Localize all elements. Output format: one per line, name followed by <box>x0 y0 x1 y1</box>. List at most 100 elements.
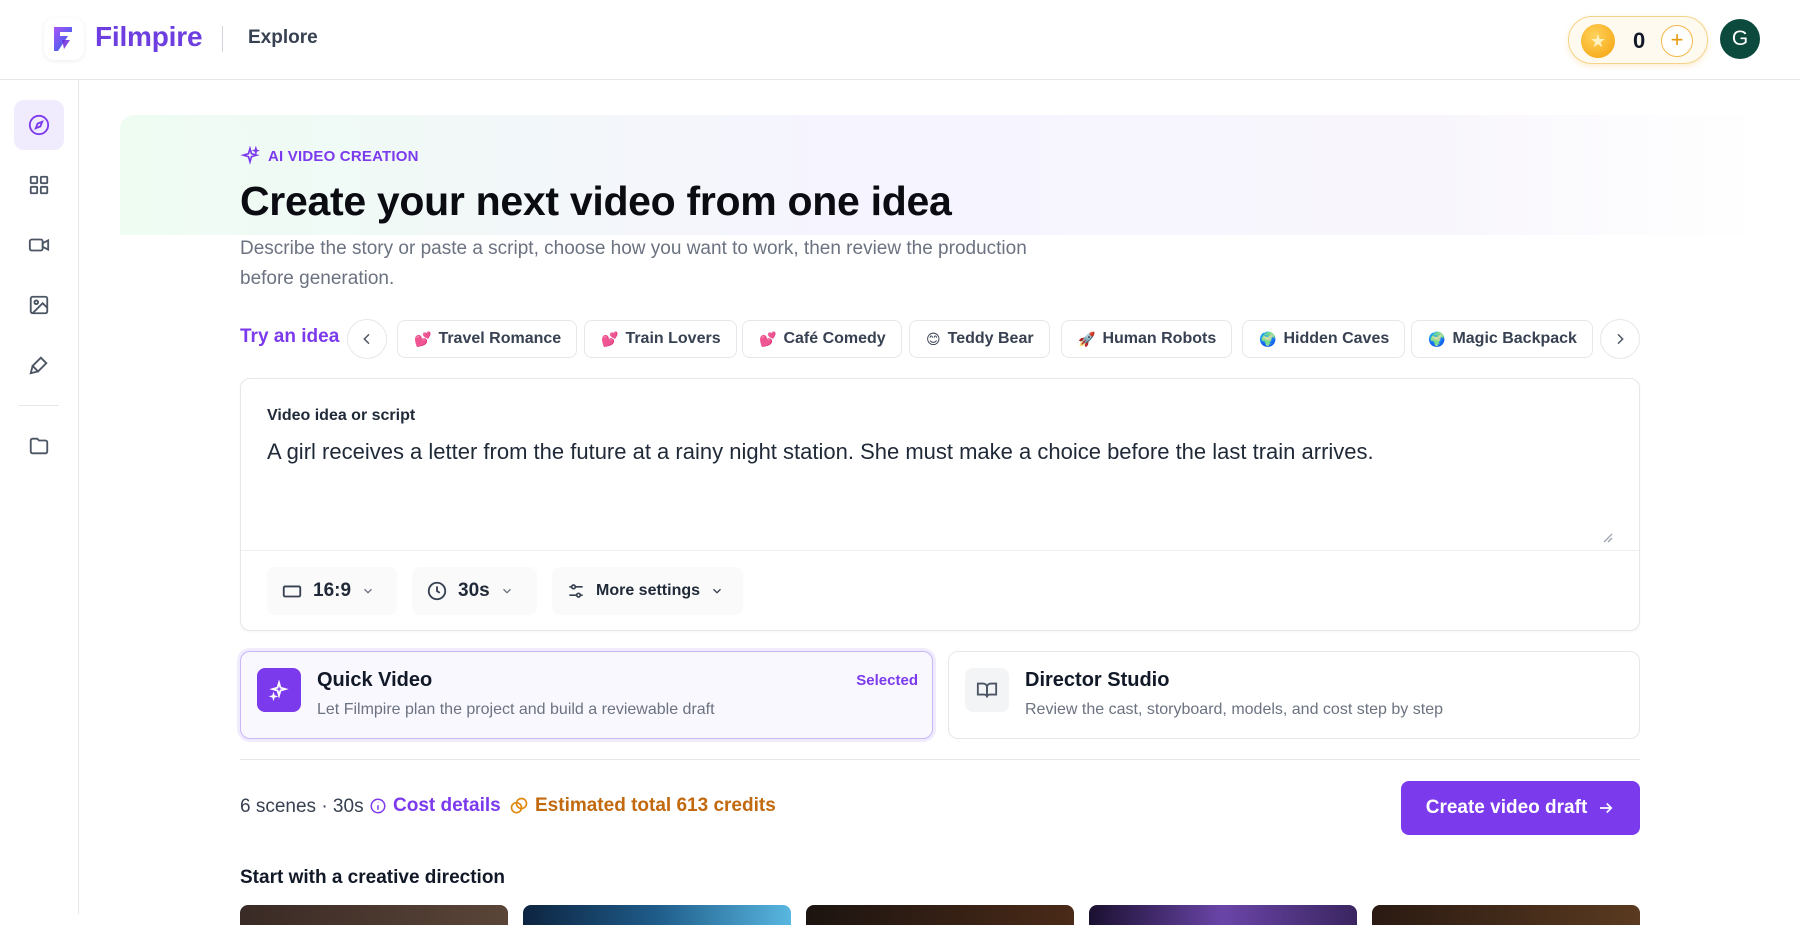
cost-details-link[interactable]: Cost details <box>369 795 501 817</box>
chip-label: Train Lovers <box>625 330 721 347</box>
chip-label: Travel Romance <box>438 330 562 347</box>
create-video-draft-button[interactable]: Create video draft <box>1401 781 1640 835</box>
clock-icon <box>427 581 447 601</box>
idea-chip-hidden-caves[interactable]: 🌍 Hidden Caves <box>1242 320 1406 358</box>
heart-icon: 💕 <box>601 330 619 347</box>
prompt-label: Video idea or script <box>267 407 416 424</box>
chip-label: Hidden Caves <box>1283 330 1390 347</box>
header-divider <box>222 26 223 52</box>
star-coin-icon: ★ <box>1581 24 1615 58</box>
aspect-ratio-icon <box>282 585 302 598</box>
sidebar-item-projects[interactable] <box>14 421 64 471</box>
idea-chip-human-robots[interactable]: 🚀 Human Robots <box>1061 320 1233 358</box>
director-studio-description: Review the cast, storyboard, models, and… <box>1025 701 1443 718</box>
heart-icon: 💕 <box>759 330 777 347</box>
heart-icon: 💕 <box>414 330 432 347</box>
image-icon <box>29 295 49 315</box>
cost-details-label: Cost details <box>393 795 501 816</box>
direction-card[interactable] <box>523 905 791 925</box>
chevron-down-icon <box>713 588 721 594</box>
page-subtitle: Describe the story or paste a script, ch… <box>240 238 1027 289</box>
prompt-textarea[interactable]: A girl receives a letter from the future… <box>267 439 1607 465</box>
video-icon <box>28 238 50 252</box>
idea-chip-cafe-comedy[interactable]: 💕 Café Comedy <box>742 320 902 358</box>
sparkles-icon <box>268 679 289 701</box>
duration-value: 30s <box>458 580 490 601</box>
sidebar-item-video[interactable] <box>14 220 64 270</box>
chevron-down-icon <box>502 588 511 594</box>
brush-icon <box>29 356 48 375</box>
creative-direction-title: Start with a creative direction <box>240 867 506 888</box>
eyebrow: AI VIDEO CREATION <box>240 146 419 166</box>
scene-summary: 6 scenes · 30s <box>240 796 364 817</box>
more-settings-label: More settings <box>596 582 701 599</box>
estimated-credits-label: Estimated total 613 credits <box>535 795 776 816</box>
resize-handle-icon[interactable] <box>1601 531 1613 543</box>
idea-chip-travel-romance[interactable]: 💕 Travel Romance <box>397 320 578 358</box>
idea-chip-teddy-bear[interactable]: 😊 Teddy Bear <box>909 320 1050 358</box>
more-settings-button[interactable]: More settings <box>552 567 743 615</box>
chip-label: Human Robots <box>1102 330 1217 347</box>
arrow-right-icon <box>1600 802 1613 814</box>
chevron-right-icon <box>1617 333 1624 345</box>
add-credits-button[interactable]: + <box>1661 25 1693 57</box>
filmpire-logo[interactable] <box>44 18 84 60</box>
credits-pill[interactable]: ★ 0 + <box>1568 16 1708 64</box>
grid-icon <box>29 175 49 195</box>
sidebar-item-templates[interactable] <box>14 160 64 210</box>
sidebar-item-image[interactable] <box>14 280 64 330</box>
sidebar-divider <box>19 405 59 406</box>
coins-icon <box>510 797 528 814</box>
chevron-left-icon <box>363 333 370 345</box>
try-idea-label: Try an idea <box>240 326 340 347</box>
sparkles-icon <box>240 146 260 165</box>
top-bar: Filmpire Explore ★ 0 + G <box>0 0 1800 80</box>
idea-chip-train-lovers[interactable]: 💕 Train Lovers <box>584 320 737 358</box>
brand-name[interactable]: Filmpire <box>95 21 203 53</box>
globe-icon: 🌍 <box>1428 330 1446 347</box>
director-studio-title: Director Studio <box>1025 669 1170 691</box>
eyebrow-label: AI VIDEO CREATION <box>268 147 419 165</box>
create-button-label: Create video draft <box>1425 797 1588 818</box>
quick-video-title: Quick Video <box>317 669 433 691</box>
quick-video-icon-box <box>257 668 301 712</box>
section-divider <box>240 759 1640 760</box>
compass-icon <box>28 114 50 136</box>
director-icon-box <box>965 668 1009 712</box>
aspect-ratio-select[interactable]: 16:9 <box>267 567 397 615</box>
direction-card[interactable] <box>1372 905 1640 925</box>
page-title: Create your next video from one idea <box>240 178 952 224</box>
ideas-next-button[interactable] <box>1600 319 1640 359</box>
ideas-prev-button[interactable] <box>347 319 387 359</box>
mode-quick-video[interactable]: Quick Video Let Filmpire plan the projec… <box>240 651 933 739</box>
aspect-ratio-value: 16:9 <box>313 580 352 601</box>
logo-icon <box>54 27 72 51</box>
quick-video-description: Let Filmpire plan the project and build … <box>317 701 715 718</box>
book-open-icon <box>976 682 998 698</box>
mode-director-studio[interactable]: Director Studio Review the cast, storybo… <box>948 651 1640 739</box>
prompt-card: Video idea or script A girl receives a l… <box>240 378 1640 631</box>
prompt-divider <box>241 550 1639 551</box>
chip-label: Café Comedy <box>783 330 886 347</box>
rocket-icon: 🚀 <box>1078 330 1096 347</box>
chip-label: Magic Backpack <box>1452 330 1577 347</box>
info-icon <box>370 798 386 814</box>
user-avatar[interactable]: G <box>1720 19 1760 59</box>
sidebar-item-edit[interactable] <box>14 340 64 390</box>
direction-card[interactable] <box>806 905 1074 925</box>
folder-icon <box>29 437 49 455</box>
idea-chip-magic-backpack[interactable]: 🌍 Magic Backpack <box>1411 320 1593 358</box>
sliders-icon <box>569 584 583 598</box>
selected-badge: Selected <box>856 672 918 689</box>
credits-count: 0 <box>1633 28 1646 53</box>
chip-label: Teddy Bear <box>947 330 1034 347</box>
duration-select[interactable]: 30s <box>412 567 537 615</box>
page-breadcrumb: Explore <box>248 27 318 48</box>
sidebar-item-explore[interactable] <box>14 100 64 150</box>
direction-card[interactable] <box>1089 905 1357 925</box>
chevron-down-icon <box>364 588 372 594</box>
direction-card[interactable] <box>240 905 508 925</box>
estimated-credits: Estimated total 613 credits <box>509 795 776 817</box>
globe-icon: 🌍 <box>1259 330 1277 347</box>
sidebar <box>0 80 79 914</box>
